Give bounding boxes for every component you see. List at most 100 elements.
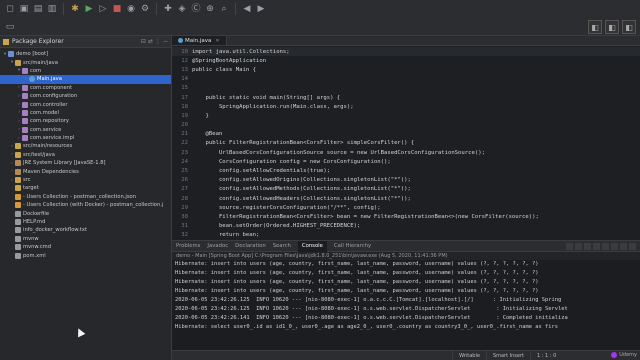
console-line: Hibernate: insert into users (age, count… — [175, 261, 539, 268]
tree-item[interactable]: - Users Collection - postman_collection.… — [0, 193, 171, 201]
tree-item[interactable]: › com.repository — [0, 117, 171, 125]
clear-console-icon[interactable] — [584, 242, 591, 250]
console-output[interactable]: Hibernate: insert into users (age, count… — [172, 260, 640, 331]
tree-item[interactable]: › com.service.impl — [0, 134, 171, 142]
run-icon[interactable]: ▶ — [83, 3, 95, 15]
editor-tab-main-java[interactable]: Main.java ✕ — [172, 36, 227, 45]
code-text: config.setAllowedMethods(Collections.sin… — [192, 186, 411, 193]
tab-problems[interactable]: Problems — [176, 243, 200, 249]
tree-item-label: com.configuration — [30, 93, 78, 100]
code-text: @SpringBootApplication — [192, 57, 267, 64]
display-console-icon[interactable] — [611, 242, 618, 250]
file-icon — [15, 235, 21, 242]
tree-item[interactable]: › com.controller — [0, 100, 171, 108]
tab-search[interactable]: Search — [273, 243, 291, 249]
coverage-icon[interactable]: ◉ — [125, 3, 137, 15]
toolbar-row: ◻ ▣ ▤ ▥ ✱ ▶ ▷ ■ ◉ ⚙ ✚ ◈ Ⓒ ⊕ ⌕ ◀ ▶ — [0, 0, 640, 18]
tree-item[interactable]: › com.configuration — [0, 92, 171, 100]
tree-item[interactable]: › com.model — [0, 109, 171, 117]
remove-launch-icon[interactable] — [575, 242, 582, 250]
minimize-icon[interactable]: − — [163, 38, 168, 45]
insert-mode-status[interactable]: Smart Insert — [485, 350, 530, 360]
pkg-icon — [22, 135, 28, 142]
tab-call-hierarchy[interactable]: Call Hierarchy — [334, 243, 371, 249]
console-toolbar — [566, 242, 640, 250]
save-icon[interactable]: ▣ — [18, 3, 30, 15]
debug-icon[interactable]: ✱ — [69, 3, 81, 15]
tree-item[interactable]: › src/test/java — [0, 151, 171, 159]
pkg-icon — [22, 101, 28, 108]
code-line: 27 config.setAllowedMethods(Collections.… — [172, 185, 640, 194]
tab-declaration[interactable]: Declaration — [235, 243, 266, 249]
code-text: public static void main(String[] args) { — [192, 94, 341, 101]
search-icon[interactable]: ⌕ — [218, 3, 230, 15]
package-explorer-tab[interactable]: Package Explorer ⊟ ⇄ ⋮ − — [0, 36, 171, 48]
tree-item[interactable]: › Maven Dependencies — [0, 167, 171, 175]
tree-item[interactable]: ▾ demo [boot] — [0, 50, 171, 58]
run-last-icon[interactable]: ▷ — [97, 3, 109, 15]
mouse-cursor-icon — [74, 326, 86, 338]
tree-item[interactable]: target — [0, 184, 171, 192]
line-number: 29 — [181, 204, 188, 211]
link-editor-icon[interactable]: ⇄ — [148, 38, 153, 45]
main-toolbar: ◻ ▣ ▤ ▥ ✱ ▶ ▷ ■ ◉ ⚙ ✚ ◈ Ⓒ ⊕ ⌕ ◀ ▶ ▭ ◧ ◧ ◧ — [0, 0, 640, 36]
terminate-icon[interactable] — [566, 242, 573, 250]
tree-item[interactable]: › com.component — [0, 84, 171, 92]
print-icon[interactable]: ▥ — [46, 3, 58, 15]
code-text: @Bean — [192, 131, 223, 138]
new-class-icon[interactable]: Ⓒ — [190, 3, 202, 15]
perspective-debug-icon[interactable]: ◧ — [605, 20, 619, 34]
maximize-icon[interactable] — [629, 242, 636, 250]
stop-icon[interactable]: ■ — [111, 3, 123, 15]
new-java-project-icon[interactable]: ✚ — [162, 3, 174, 15]
minimize-icon[interactable] — [620, 242, 627, 250]
cursor-position-status: 1 : 1 : 0 — [530, 350, 590, 360]
tree-item[interactable]: ▾ com — [0, 67, 171, 75]
collapse-all-icon[interactable]: ⊟ — [141, 38, 146, 45]
code-line: 28 config.setAllowedHeaders(Collections.… — [172, 194, 640, 203]
tree-item[interactable]: › com.service — [0, 126, 171, 134]
tree-item[interactable]: HELP.md — [0, 218, 171, 226]
file-icon — [15, 252, 21, 259]
open-type-icon[interactable]: ⊕ — [204, 3, 216, 15]
tree-item[interactable]: - Users Collection (with Docker) - postm… — [0, 201, 171, 209]
tree-item[interactable]: › src/main/resources — [0, 142, 171, 150]
pkg-icon — [22, 67, 28, 74]
save-all-icon[interactable]: ▤ — [32, 3, 44, 15]
console-launch-info: demo - Main [Spring Boot App] C:\Program… — [172, 252, 640, 260]
tab-console[interactable]: Console — [297, 240, 327, 252]
new-icon[interactable]: ◻ — [4, 3, 16, 15]
tree-item[interactable]: mvnw.cmd — [0, 243, 171, 251]
back-icon[interactable]: ◀ — [241, 3, 253, 15]
tree-item[interactable]: › JRE System Library [JavaSE-1.8] — [0, 159, 171, 167]
tree-item[interactable]: pom.xml — [0, 251, 171, 259]
perspective-spring-icon[interactable]: ◧ — [622, 20, 636, 34]
tab-javadoc[interactable]: Javadoc — [207, 243, 228, 249]
code-text: config.setAllowedHeaders(Collections.sin… — [192, 195, 411, 202]
tree-item-label: com.model — [30, 109, 59, 116]
perspective-java-icon[interactable]: ◧ — [588, 20, 602, 34]
close-icon[interactable]: ✕ — [215, 38, 219, 44]
toolbar-row-secondary: ▭ — [0, 18, 640, 36]
code-area[interactable]: 10 import java.util.Collections; 12 @Spring… — [172, 46, 640, 249]
forward-icon[interactable]: ▶ — [255, 3, 267, 15]
tree-item-label: com — [30, 67, 42, 74]
tree-item[interactable]: Dockerfile — [0, 209, 171, 217]
tree-item[interactable]: › Main.java — [0, 75, 171, 84]
tree-item-label: HELP.md — [23, 219, 46, 225]
new-package-icon[interactable]: ◈ — [176, 3, 188, 15]
view-menu-icon[interactable]: ⋮ — [155, 38, 161, 45]
tree-item[interactable]: ▾ src/main/java — [0, 58, 171, 66]
scroll-lock-icon[interactable] — [593, 242, 600, 250]
line-number: 30 — [181, 213, 188, 220]
lib-icon — [15, 160, 21, 167]
pin-console-icon[interactable] — [602, 242, 609, 250]
perspective-switch-icon[interactable]: ▭ — [4, 21, 16, 33]
tree-item[interactable]: info_docker_workflow.txt — [0, 226, 171, 234]
tree-item[interactable]: mvnw — [0, 235, 171, 243]
external-tools-icon[interactable]: ⚙ — [139, 3, 151, 15]
tree-item[interactable]: › src — [0, 176, 171, 184]
line-number: 10 — [181, 48, 188, 55]
file-icon — [15, 210, 21, 217]
line-number: 24 — [181, 158, 188, 165]
